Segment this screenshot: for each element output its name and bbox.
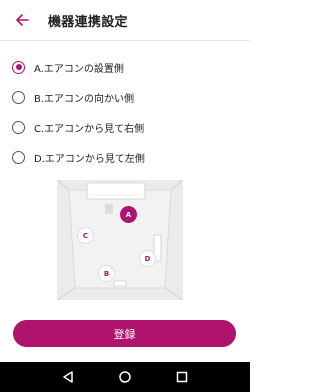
recents-square-icon (176, 371, 187, 383)
position-options: A.エアコンの設置側 B.エアコンの向かい側 C.エアコンから見て右側 D.エア… (0, 52, 250, 172)
option-a[interactable]: A.エアコンの設置側 (0, 52, 250, 82)
marker-a[interactable]: A (120, 206, 137, 223)
option-c[interactable]: C.エアコンから見て右側 (0, 112, 250, 142)
register-button[interactable]: 登録 (13, 320, 236, 347)
option-label: D.エアコンから見て左側 (34, 153, 145, 165)
option-label: A.エアコンの設置側 (34, 63, 124, 75)
marker-letter: C (82, 231, 89, 240)
home-circle-icon (119, 371, 131, 383)
back-triangle-icon (63, 371, 74, 383)
option-label: C.エアコンから見て右側 (34, 123, 145, 135)
room-illustration (56, 179, 184, 301)
header-divider (0, 40, 250, 41)
radio-unselected[interactable] (12, 150, 25, 164)
system-nav-bar (0, 362, 250, 392)
page-title: 機器連携設定 (48, 15, 128, 30)
room-diagram: A B C D (56, 179, 184, 301)
marker-letter: A (125, 210, 132, 219)
nav-recents-button[interactable] (170, 365, 194, 389)
nav-back-button[interactable] (56, 365, 80, 389)
nav-home-button[interactable] (113, 365, 137, 389)
app-header: 機器連携設定 (0, 0, 250, 40)
radio-unselected[interactable] (12, 120, 25, 134)
back-button[interactable] (10, 8, 34, 32)
marker-letter: D (144, 254, 151, 263)
radio-unselected[interactable] (12, 90, 25, 104)
marker-b[interactable]: B (99, 266, 114, 281)
marker-d[interactable]: D (140, 251, 155, 266)
option-b[interactable]: B.エアコンの向かい側 (0, 82, 250, 112)
option-d[interactable]: D.エアコンから見て左側 (0, 142, 250, 172)
option-label: B.エアコンの向かい側 (34, 93, 135, 105)
marker-c[interactable]: C (78, 228, 93, 243)
radio-dot (15, 64, 22, 70)
marker-letter: B (103, 269, 110, 278)
radio-selected[interactable] (12, 60, 25, 74)
arrow-left-icon (16, 14, 29, 26)
aircon-icon (86, 182, 146, 200)
